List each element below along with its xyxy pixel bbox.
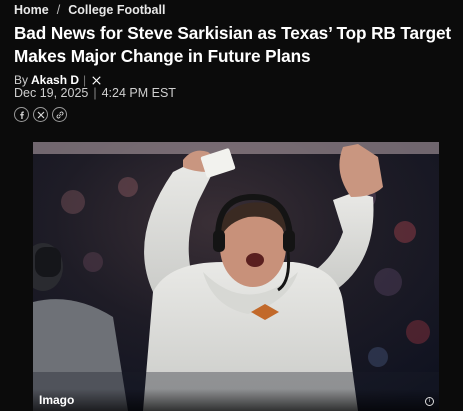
coach-photo-illustration [33,142,439,411]
dateline: Dec 19, 2025 | 4:24 PM EST [14,86,176,100]
breadcrumb-section-link[interactable]: College Football [68,3,165,17]
author-x-icon[interactable] [90,74,102,86]
x-share-button[interactable] [33,107,48,122]
breadcrumb-home-link[interactable]: Home [14,3,49,17]
x-icon [37,111,44,118]
publish-date: Dec 19, 2025 [14,86,89,100]
article-page: Home / College Football Bad News for Ste… [0,0,463,411]
author-link[interactable]: Akash D [31,73,79,87]
article-headline: Bad News for Steve Sarkisian as Texas’ T… [14,23,452,66]
link-icon [56,111,63,118]
info-icon[interactable]: i [425,397,434,406]
hero-image: Imago i [33,142,439,411]
dateline-divider: | [93,86,97,100]
facebook-icon [19,111,24,119]
breadcrumb-separator: / [56,3,61,17]
share-buttons [14,107,67,122]
photo-credit: Imago [39,393,75,407]
publish-time: 4:24 PM EST [101,86,176,100]
copy-link-button[interactable] [52,107,67,122]
facebook-share-button[interactable] [14,107,29,122]
breadcrumb: Home / College Football [14,3,165,17]
byline-divider: | [83,73,87,87]
byline: By Akash D | [14,73,102,87]
byline-prefix: By [14,73,29,87]
caption-bar [33,389,439,411]
